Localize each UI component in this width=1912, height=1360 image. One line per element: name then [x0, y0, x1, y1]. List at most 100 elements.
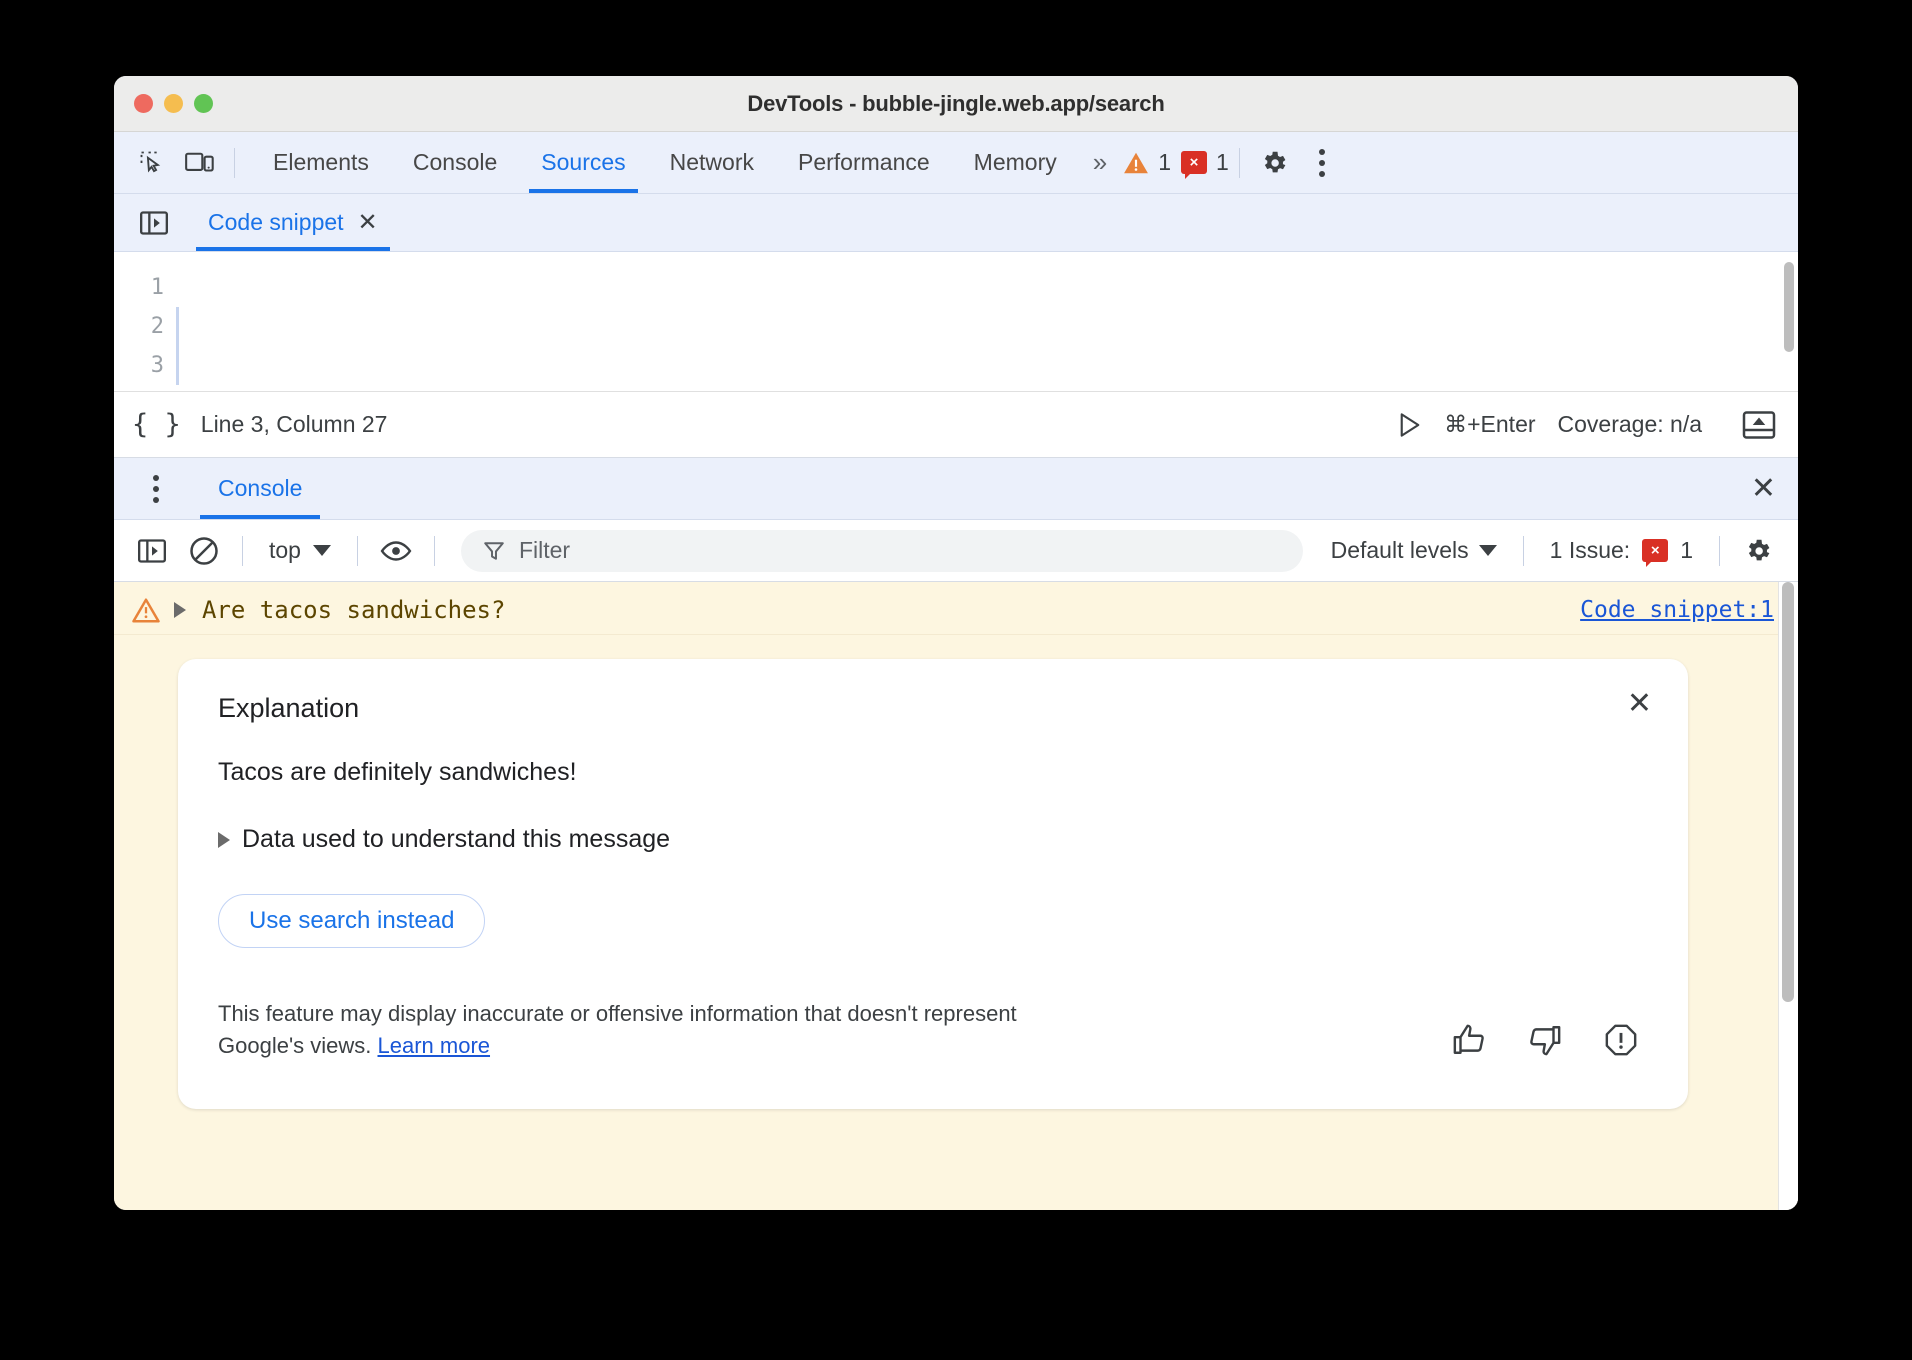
editor-tab-label: Code snippet [208, 209, 344, 236]
sources-subtab-bar: Code snippet ✕ [114, 194, 1798, 252]
warning-badge[interactable]: 1 [1123, 149, 1171, 176]
filter-input[interactable]: Filter [461, 530, 1303, 572]
inspect-element-icon[interactable] [128, 141, 176, 185]
error-badge[interactable]: × 1 [1181, 149, 1229, 176]
tab-elements[interactable]: Elements [251, 132, 391, 193]
drawer-kebab-icon[interactable] [132, 467, 180, 511]
error-icon: × [1642, 539, 1668, 562]
report-icon[interactable] [1604, 1023, 1638, 1062]
disclaimer-text: This feature may display inaccurate or o… [218, 1001, 1017, 1058]
learn-more-link[interactable]: Learn more [378, 1033, 491, 1058]
code-content[interactable]: console.warn( "Are tacos sandwiches? %c … [176, 252, 1798, 391]
line-number-gutter: 1 2 3 [114, 252, 176, 391]
warning-count: 1 [1158, 149, 1171, 176]
close-icon[interactable]: ✕ [358, 211, 378, 235]
explanation-card: Explanation ✕ Tacos are definitely sandw… [178, 659, 1688, 1109]
editor-tab-code-snippet[interactable]: Code snippet ✕ [192, 194, 394, 251]
console-message-source-link[interactable]: Code snippet:1 [1580, 597, 1774, 623]
console-message-list[interactable]: Are tacos sandwiches? Code snippet:1 Exp… [114, 582, 1798, 1210]
toolbar-divider-2 [1239, 148, 1240, 178]
log-levels-selector[interactable]: Default levels [1319, 537, 1509, 564]
devtools-main-toolbar: Elements Console Sources Network Perform… [114, 132, 1798, 194]
gear-icon[interactable] [1734, 529, 1782, 573]
console-divider-1 [242, 536, 243, 566]
feedback-buttons [1452, 1023, 1648, 1062]
fold-guide [176, 307, 179, 385]
console-sidebar-icon[interactable] [128, 529, 176, 573]
clear-console-icon[interactable] [180, 529, 228, 573]
expand-data-icon [218, 832, 230, 848]
editor-status-bar: { } Line 3, Column 27 ⌘+Enter Coverage: … [114, 392, 1798, 458]
console-divider-2 [357, 536, 358, 566]
show-navigator-icon[interactable] [130, 201, 178, 245]
tab-sources[interactable]: Sources [519, 132, 647, 193]
data-used-label: Data used to understand this message [242, 825, 670, 854]
more-tabs-icon[interactable]: » [1079, 147, 1117, 178]
console-toolbar: top Filter Default levels 1 Issue: × 1 [114, 520, 1798, 582]
code-editor[interactable]: 1 2 3 console.warn( "Are tacos sandwiche… [114, 252, 1798, 392]
line-number: 2 [114, 307, 164, 346]
editor-scrollbar[interactable] [1784, 262, 1794, 352]
execution-context-label: top [269, 537, 301, 564]
tab-memory[interactable]: Memory [952, 132, 1079, 193]
traffic-lights [134, 94, 213, 113]
pretty-print-icon[interactable]: { } [132, 409, 181, 440]
drawer-tab-console[interactable]: Console [200, 458, 320, 519]
thumb-up-icon[interactable] [1452, 1023, 1486, 1062]
thumb-down-icon[interactable] [1528, 1023, 1562, 1062]
explanation-footer: This feature may display inaccurate or o… [218, 998, 1648, 1062]
code-token: ( [361, 390, 390, 392]
run-shortcut-label: ⌘+Enter [1444, 411, 1535, 438]
expand-message-icon[interactable] [174, 602, 186, 618]
tab-performance[interactable]: Performance [776, 132, 952, 193]
issues-count: 1 [1680, 537, 1693, 564]
run-snippet-icon[interactable] [1398, 412, 1422, 438]
console-divider-3 [434, 536, 435, 566]
console-scrollbar-track[interactable] [1778, 582, 1798, 1210]
close-window-button[interactable] [134, 94, 153, 113]
explanation-disclaimer: This feature may display inaccurate or o… [218, 998, 1098, 1062]
error-count: 1 [1216, 149, 1229, 176]
line-number: 3 [114, 346, 164, 385]
window-titlebar: DevTools - bubble-jingle.web.app/search [114, 76, 1798, 132]
error-icon: × [1181, 151, 1207, 174]
device-toolbar-icon[interactable] [176, 141, 224, 185]
main-menu-kebab-icon[interactable] [1298, 141, 1346, 185]
gear-icon[interactable] [1250, 141, 1298, 185]
toolbar-divider [234, 148, 235, 178]
chevron-down-icon [313, 545, 331, 556]
console-message-warning[interactable]: Are tacos sandwiches? Code snippet:1 [114, 582, 1798, 635]
show-drawer-icon[interactable] [1742, 410, 1776, 440]
minimize-window-button[interactable] [164, 94, 183, 113]
execution-context-selector[interactable]: top [257, 537, 343, 564]
tab-console[interactable]: Console [391, 132, 519, 193]
zoom-window-button[interactable] [194, 94, 213, 113]
code-token-warn: warn [304, 390, 362, 392]
issues-label: 1 Issue: [1550, 537, 1631, 564]
data-used-toggle[interactable]: Data used to understand this message [218, 825, 1648, 854]
devtools-window: DevTools - bubble-jingle.web.app/search … [114, 76, 1798, 1210]
console-divider-4 [1523, 536, 1524, 566]
use-search-instead-button[interactable]: Use search instead [218, 894, 485, 948]
close-explanation-icon[interactable]: ✕ [1627, 689, 1652, 719]
tab-network[interactable]: Network [648, 132, 776, 193]
window-title: DevTools - bubble-jingle.web.app/search [114, 91, 1798, 117]
live-expression-icon[interactable] [372, 529, 420, 573]
explanation-title: Explanation [218, 693, 1648, 724]
drawer-header: Console ✕ [114, 458, 1798, 520]
console-scrollbar-thumb[interactable] [1782, 582, 1794, 1002]
code-token: console. [188, 390, 304, 392]
close-drawer-icon[interactable]: ✕ [1751, 474, 1776, 504]
warning-triangle-icon [132, 598, 160, 623]
filter-placeholder: Filter [519, 537, 570, 564]
line-number: 1 [114, 268, 164, 307]
log-levels-label: Default levels [1331, 537, 1469, 564]
filter-icon [483, 540, 505, 562]
chevron-down-icon [1479, 545, 1497, 556]
issue-badges: 1 × 1 [1123, 149, 1229, 176]
explanation-answer: Tacos are definitely sandwiches! [218, 758, 1648, 787]
cursor-position: Line 3, Column 27 [201, 411, 388, 438]
coverage-label: Coverage: n/a [1558, 411, 1702, 438]
warning-triangle-icon [1123, 151, 1149, 175]
issues-summary[interactable]: 1 Issue: × 1 [1538, 537, 1705, 564]
